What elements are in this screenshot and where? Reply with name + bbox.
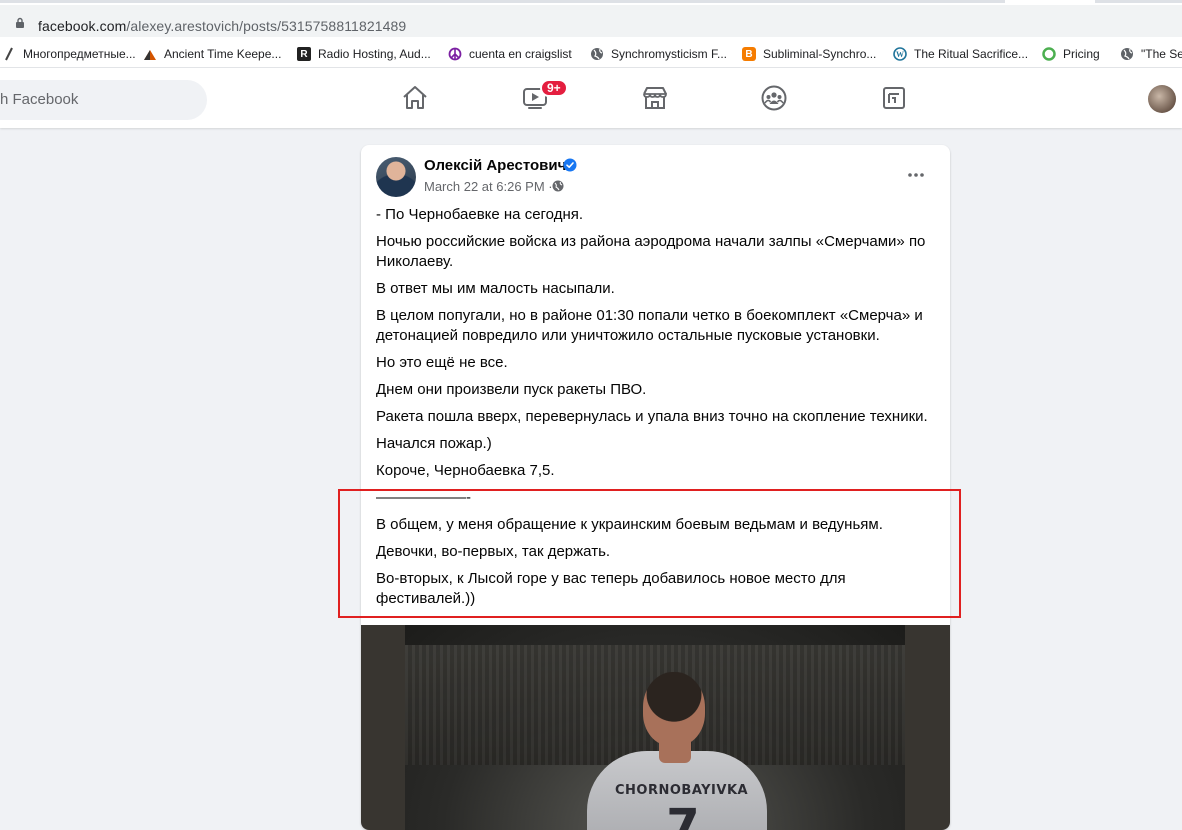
globe-icon [590,47,604,61]
post-paragraph: В целом попугали, но в районе 01:30 попа… [376,307,923,344]
jersey-number: 7 [666,799,700,830]
gaming-icon[interactable] [880,84,908,112]
slash-icon [2,47,16,61]
bookmark-item[interactable]: Pricing [1042,45,1100,63]
bookmark-item[interactable]: Ancient Time Keepe... [143,45,281,63]
r-logo-icon: R [297,47,311,61]
bookmark-label: Radio Hosting, Aud... [318,47,431,61]
marketplace-icon[interactable] [641,84,669,112]
red-highlight-box [338,489,961,618]
bookmarks-bar: Многопредметные... Ancient Time Keepe...… [0,40,1182,68]
lock-icon[interactable] [14,17,26,29]
url-host: facebook.com [38,18,127,34]
url-field[interactable]: facebook.com/alexey.arestovich/posts/531… [0,5,1182,37]
post-paragraph: Ночью российские войска из района аэродр… [376,233,926,270]
player-head [643,672,705,746]
facebook-top-nav: h Facebook 9+ [0,68,1182,128]
post-paragraph: Ракета пошла вверх, перевернулась и упал… [376,408,928,425]
circle-icon [1042,47,1056,61]
bookmark-label: cuenta en craigslist [469,47,572,61]
url-text[interactable]: facebook.com/alexey.arestovich/posts/531… [38,18,406,34]
post-paragraph: - По Чернобаевке на сегодня. [376,206,584,223]
bookmark-label: Subliminal-Synchro... [763,47,877,61]
bookmark-label: Pricing [1063,47,1100,61]
post-photo[interactable]: CHORNOBAYIVKA 7 [361,625,950,830]
profile-avatar[interactable] [1148,85,1176,113]
watch-notification-badge: 9+ [540,79,568,97]
post-paragraph: Короче, Чернобаевка 7,5. [376,462,555,479]
search-input[interactable]: h Facebook [0,80,207,120]
public-audience-icon [552,180,564,192]
bookmark-label: Ancient Time Keepe... [164,47,282,61]
triangle-icon [143,47,157,61]
bookmark-item[interactable]: cuenta en craigslist [448,45,572,63]
url-path: /alexey.arestovich/posts/531575881182148… [126,18,407,34]
bookmark-item[interactable]: B Subliminal-Synchro... [742,45,876,63]
bookmark-item[interactable]: W The Ritual Sacrifice... [893,45,1028,63]
bookmark-item[interactable]: R Radio Hosting, Aud... [297,45,431,63]
bookmark-item[interactable]: Многопредметные... [2,45,136,63]
svg-text:W: W [896,50,904,59]
post-paragraph: В ответ мы им малость насыпали. [376,280,615,297]
bookmark-item[interactable]: "The Se [1120,45,1182,63]
verified-badge-icon [563,158,577,172]
post-paragraph: Начался пожар.) [376,435,492,452]
more-options-icon[interactable] [906,165,926,185]
wordpress-icon: W [893,47,907,61]
home-icon[interactable] [401,84,429,112]
search-placeholder: h Facebook [0,91,79,108]
bookmark-label: Synchromysticism F... [611,47,728,61]
post-paragraph: Но это ещё не все. [376,354,508,371]
bookmark-label: Многопредметные... [23,47,136,61]
globe-icon [1120,47,1134,61]
post-timestamp[interactable]: March 22 at 6:26 PM · [424,179,553,194]
post-paragraph: Днем они произвели пуск ракеты ПВО. [376,381,647,398]
author-name[interactable]: Олексій Арестович [424,157,566,174]
bookmark-label: The Ritual Sacrifice... [914,47,1029,61]
blogger-icon: B [742,47,756,61]
browser-address-bar: facebook.com/alexey.arestovich/posts/531… [0,0,1182,40]
bookmark-item[interactable]: Synchromysticism F... [590,45,727,63]
tab-strip [0,0,1182,3]
groups-icon[interactable] [760,84,788,112]
author-avatar[interactable] [376,157,416,197]
photo-image: CHORNOBAYIVKA 7 [405,625,905,830]
peace-icon [448,47,462,61]
bookmark-label: "The Se [1141,47,1182,61]
post-card: Олексій Арестович March 22 at 6:26 PM · … [361,145,950,830]
jersey-name: CHORNOBAYIVKA [615,783,749,798]
